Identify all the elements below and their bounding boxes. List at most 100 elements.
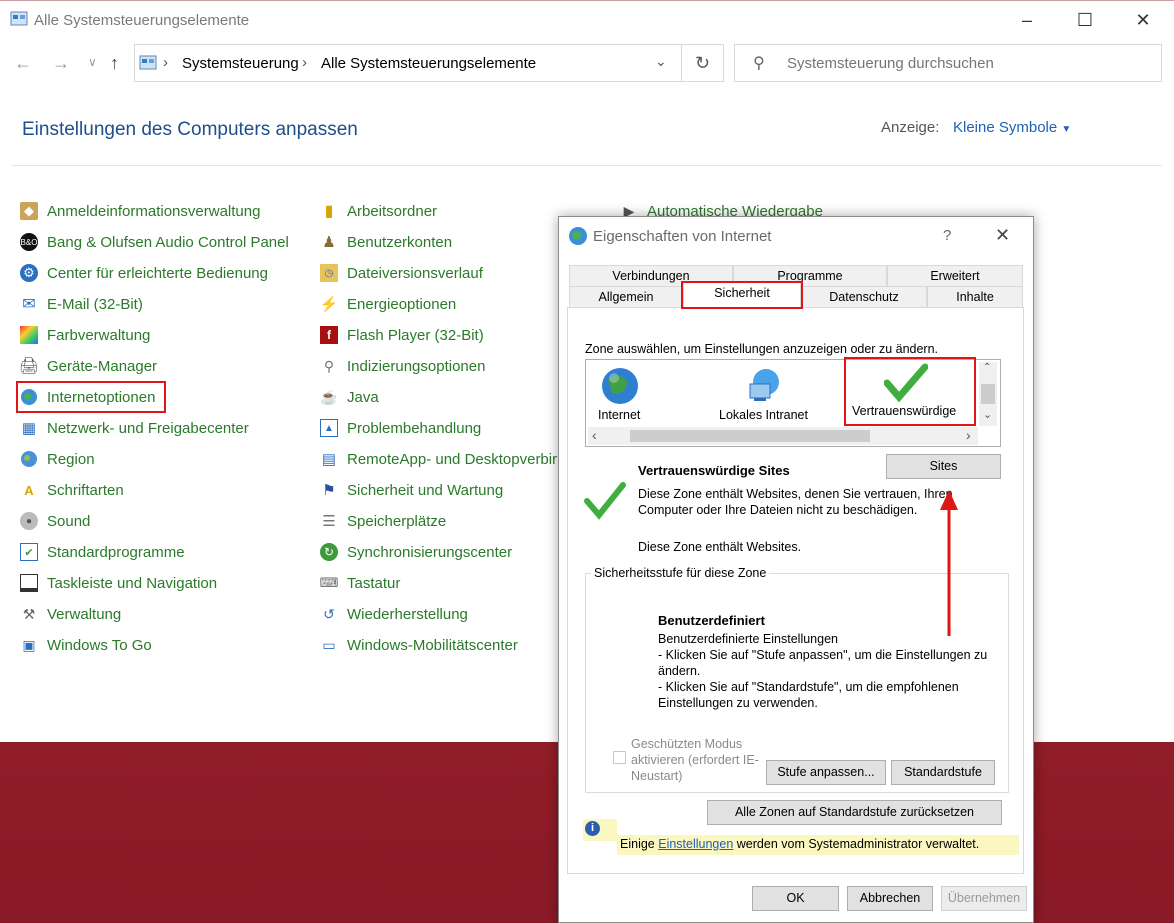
item-problembehandlung[interactable]: ▲ Problembehandlung bbox=[320, 417, 481, 439]
green-check-icon bbox=[584, 482, 626, 520]
tab-datenschutz[interactable]: Datenschutz bbox=[801, 286, 927, 307]
security-flag-icon: ⚑ bbox=[322, 482, 336, 499]
item-label: Indizierungsoptionen bbox=[347, 357, 486, 375]
item-remoteapp[interactable]: ▤ RemoteApp- und Desktopverbir bbox=[320, 448, 557, 470]
item-standardprogramme[interactable]: ✔ Standardprogramme bbox=[20, 541, 185, 563]
zone-trusted-sites[interactable]: Vertrauenswürdige bbox=[844, 357, 976, 426]
highlight-sicherheit bbox=[681, 281, 803, 309]
forward-arrow-icon[interactable]: → bbox=[52, 53, 70, 74]
item-label: Internetoptionen bbox=[47, 388, 156, 406]
recent-chevron-icon[interactable]: ∨ bbox=[88, 55, 97, 69]
cancel-button[interactable]: Abbrechen bbox=[847, 886, 933, 911]
search-box[interactable]: ⚲ bbox=[734, 44, 1162, 82]
zone-internet[interactable]: Internet bbox=[598, 366, 640, 422]
zone-vscrollbar[interactable]: ⌃ ⌄ bbox=[979, 362, 997, 426]
item-arbeitsordner[interactable]: ▮ Arbeitsordner bbox=[320, 200, 437, 222]
item-flash-player[interactable]: f Flash Player (32-Bit) bbox=[320, 324, 484, 346]
view-dropdown[interactable]: Kleine Symbole ▼ bbox=[953, 119, 1071, 136]
item-email[interactable]: ✉ E-Mail (32-Bit) bbox=[20, 293, 143, 315]
region-icon bbox=[20, 450, 38, 468]
admin-tools-icon: ⚒ bbox=[22, 605, 36, 622]
breadcrumb-chevron-icon: › bbox=[163, 54, 168, 71]
help-button[interactable]: ? bbox=[943, 227, 951, 244]
item-label: Tastatur bbox=[347, 574, 401, 592]
scroll-down-icon[interactable]: ⌄ bbox=[983, 408, 992, 421]
scroll-thumb[interactable] bbox=[981, 384, 995, 404]
sites-button[interactable]: Sites bbox=[886, 454, 1001, 479]
refresh-button[interactable]: ↻ bbox=[682, 44, 724, 82]
search-input[interactable] bbox=[785, 54, 1149, 73]
address-dropdown-icon[interactable]: ⌄ bbox=[655, 53, 667, 70]
item-mobilitaetscenter[interactable]: ▭ Windows-Mobilitätscenter bbox=[320, 634, 518, 656]
settings-link[interactable]: Einstellungen bbox=[658, 837, 733, 851]
java-icon: ☕ bbox=[320, 388, 338, 405]
apply-button[interactable]: Übernehmen bbox=[941, 886, 1027, 911]
divider bbox=[12, 165, 1162, 166]
tab-allgemein[interactable]: Allgemein bbox=[569, 286, 683, 307]
item-sound[interactable]: ● Sound bbox=[20, 510, 90, 532]
item-schriftarten[interactable]: A Schriftarten bbox=[20, 479, 123, 501]
globe-icon bbox=[602, 368, 638, 404]
breadcrumb-chevron-icon: › bbox=[302, 54, 307, 71]
storage-spaces-icon: ☰ bbox=[322, 513, 336, 530]
breadcrumb-alle-elemente[interactable]: Alle Systemsteuerungselemente bbox=[321, 55, 536, 72]
item-label: Java bbox=[347, 388, 379, 406]
intranet-icon bbox=[749, 369, 779, 401]
item-internetoptionen[interactable]: Internetoptionen bbox=[16, 381, 167, 413]
item-label: Windows-Mobilitätscenter bbox=[347, 636, 518, 654]
default-level-button[interactable]: Standardstufe bbox=[891, 760, 995, 785]
item-label: Speicherplätze bbox=[347, 512, 447, 530]
custom-level-button[interactable]: Stufe anpassen... bbox=[766, 760, 886, 785]
maximize-button[interactable]: ☐ bbox=[1062, 7, 1108, 33]
breadcrumb-systemsteuerung[interactable]: Systemsteuerung bbox=[182, 55, 299, 72]
item-taskleiste[interactable]: Taskleiste und Navigation bbox=[20, 572, 217, 594]
dialog-title: Eigenschaften von Internet bbox=[593, 228, 772, 245]
zone-label: Vertrauenswürdige bbox=[852, 404, 957, 418]
item-windows-to-go[interactable]: ▣ Windows To Go bbox=[20, 634, 151, 656]
red-arrow-annotation bbox=[940, 490, 958, 636]
scroll-up-icon[interactable]: ⌃ bbox=[983, 362, 991, 373]
item-dateiversionsverlauf[interactable]: ◷ Dateiversionsverlauf bbox=[320, 262, 483, 284]
scroll-left-icon[interactable]: ‹ bbox=[592, 427, 597, 443]
back-arrow-icon[interactable]: ← bbox=[14, 53, 32, 74]
item-verwaltung[interactable]: ⚒ Verwaltung bbox=[20, 603, 122, 625]
address-bar[interactable]: › Systemsteuerung › Alle Systemsteuerung… bbox=[134, 44, 682, 82]
item-wiederherstellung[interactable]: ↺ Wiederherstellung bbox=[320, 603, 468, 625]
item-netzwerk[interactable]: ▦ Netzwerk- und Freigabecenter bbox=[20, 417, 249, 439]
reset-all-zones-button[interactable]: Alle Zonen auf Standardstufe zurücksetze… bbox=[707, 800, 1002, 825]
item-label: Synchronisierungscenter bbox=[347, 543, 513, 561]
item-bang-olufsen[interactable]: B&O Bang & Olufsen Audio Control Panel bbox=[20, 231, 289, 253]
item-geraete-manager[interactable]: 🖨 Geräte-Manager bbox=[19, 355, 157, 377]
zone-list[interactable]: Internet Lokales Intranet Vertrauenswürd… bbox=[585, 357, 1001, 447]
item-benutzerkonten[interactable]: ♟ Benutzerkonten bbox=[320, 231, 452, 253]
item-label: Sound bbox=[47, 512, 91, 530]
item-farbverwaltung[interactable]: Farbverwaltung bbox=[20, 324, 150, 346]
tab-inhalte[interactable]: Inhalte bbox=[927, 286, 1023, 307]
item-anmeldeinformationsverwaltung[interactable]: ◆ Anmeldeinformationsverwaltung bbox=[20, 200, 260, 222]
dialog-close-button[interactable]: ✕ bbox=[995, 225, 1010, 246]
item-indizierungsoptionen[interactable]: ⚲ Indizierungsoptionen bbox=[320, 355, 486, 377]
internet-globe-icon bbox=[568, 226, 588, 246]
item-sicherheit-wartung[interactable]: ⚑ Sicherheit und Wartung bbox=[320, 479, 503, 501]
zone-local-intranet[interactable]: Lokales Intranet bbox=[719, 366, 808, 422]
hscroll-thumb[interactable] bbox=[630, 430, 870, 442]
close-button[interactable]: ✕ bbox=[1120, 7, 1166, 33]
tab-erweitert[interactable]: Erweitert bbox=[887, 265, 1023, 286]
credential-vault-icon: ◆ bbox=[20, 202, 38, 220]
ok-button[interactable]: OK bbox=[752, 886, 839, 911]
troubleshooting-icon: ▲ bbox=[320, 419, 338, 437]
minimize-button[interactable]: – bbox=[1004, 7, 1050, 33]
item-java[interactable]: ☕ Java bbox=[320, 386, 379, 408]
item-erleichterte-bedienung[interactable]: ⚙ Center für erleichterte Bedienung bbox=[20, 262, 268, 284]
up-arrow-icon[interactable]: ↑ bbox=[110, 53, 119, 74]
zone-hscrollbar[interactable]: ‹ › bbox=[588, 427, 978, 445]
item-synchronisierungscenter[interactable]: ↻ Synchronisierungscenter bbox=[320, 541, 512, 563]
control-panel-icon bbox=[10, 11, 28, 27]
scroll-right-icon[interactable]: › bbox=[966, 427, 971, 443]
item-energieoptionen[interactable]: ⚡ Energieoptionen bbox=[320, 293, 457, 315]
color-management-icon bbox=[20, 326, 38, 344]
item-speicherplaetze[interactable]: ☰ Speicherplätze bbox=[320, 510, 446, 532]
item-region[interactable]: Region bbox=[20, 448, 95, 470]
protected-mode-checkbox[interactable] bbox=[613, 751, 626, 764]
item-tastatur[interactable]: ⌨ Tastatur bbox=[320, 572, 401, 594]
